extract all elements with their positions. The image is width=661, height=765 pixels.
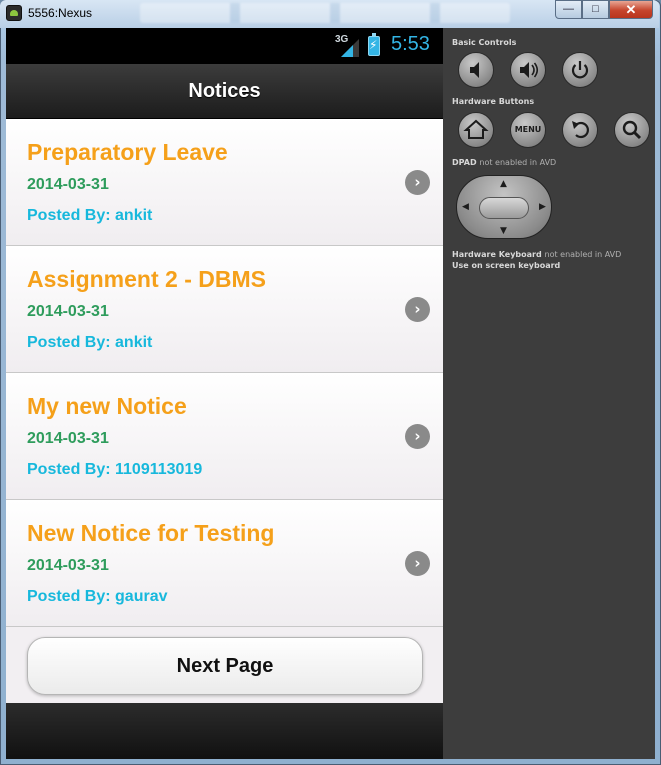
notice-posted-by: Posted By: gaurav [27, 588, 168, 605]
status-bar: 3G 5:53 [6, 28, 443, 64]
dpad-label: DPAD not enabled in AVD [452, 158, 556, 167]
search-icon[interactable] [614, 112, 650, 148]
close-button[interactable]: ✕ [609, 0, 653, 19]
notice-item[interactable]: Preparatory Leave 2014-03-31 Posted By: … [6, 119, 443, 246]
window-title: 5556:Nexus [28, 6, 93, 20]
power-icon[interactable] [562, 52, 598, 88]
notice-posted-by: Posted By: 1109113019 [27, 461, 203, 478]
app-footer [6, 703, 443, 759]
background-window-tabs [140, 3, 510, 23]
page-title: Notices [188, 79, 261, 102]
dpad-note: not enabled in AVD [479, 158, 557, 167]
notice-title: My new Notice [27, 393, 187, 419]
home-icon[interactable] [458, 112, 494, 148]
notice-item[interactable]: Assignment 2 - DBMS 2014-03-31 Posted By… [6, 246, 443, 373]
notice-list: Preparatory Leave 2014-03-31 Posted By: … [6, 119, 443, 703]
dpad-center-button[interactable] [479, 197, 529, 219]
dpad-down-icon[interactable]: ▼ [500, 226, 507, 236]
notice-item[interactable]: New Notice for Testing 2014-03-31 Posted… [6, 500, 443, 627]
keyboard-title: Hardware Keyboard [452, 250, 542, 259]
notice-date: 2014-03-31 [27, 557, 109, 574]
keyboard-hint: Use on screen keyboard [452, 261, 561, 270]
hardware-keyboard-label: Hardware Keyboard not enabled in AVD [452, 250, 621, 259]
phone-screen: 3G 5:53 Notices Preparatory Leave 2014-0… [6, 28, 443, 759]
status-clock: 5:53 [391, 33, 430, 55]
dpad-right-icon[interactable]: ▶ [539, 202, 546, 212]
volume-down-icon[interactable] [458, 52, 494, 88]
window-buttons: — □ ✕ [555, 0, 653, 19]
chevron-right-icon[interactable]: › [405, 297, 430, 322]
signal-strength-icon [341, 39, 359, 57]
chevron-right-icon[interactable]: › [405, 170, 430, 195]
notice-date: 2014-03-31 [27, 430, 109, 447]
battery-charging-icon [368, 33, 380, 56]
dpad-left-icon[interactable]: ◀ [462, 202, 469, 212]
minimize-button[interactable]: — [555, 0, 582, 19]
notice-title: Assignment 2 - DBMS [27, 266, 266, 292]
android-app-icon [6, 5, 22, 21]
back-icon[interactable] [562, 112, 598, 148]
chevron-right-icon[interactable]: › [405, 424, 430, 449]
dpad-up-icon[interactable]: ▲ [500, 179, 507, 189]
basic-controls-label: Basic Controls [452, 38, 517, 47]
maximize-button[interactable]: □ [582, 0, 609, 19]
notice-item[interactable]: My new Notice 2014-03-31 Posted By: 1109… [6, 373, 443, 500]
notice-title: Preparatory Leave [27, 139, 228, 165]
pagination-area: Next Page [6, 627, 443, 703]
emulator-controls-panel: Basic Controls Hardware Buttons MENU DPA… [443, 28, 655, 759]
dpad-control[interactable]: ▲ ▼ ◀ ▶ [456, 175, 552, 239]
keyboard-note: not enabled in AVD [544, 250, 622, 259]
next-page-button[interactable]: Next Page [27, 637, 423, 695]
hardware-buttons-label: Hardware Buttons [452, 97, 535, 106]
notice-date: 2014-03-31 [27, 303, 109, 320]
app-header: Notices [6, 64, 443, 119]
notice-date: 2014-03-31 [27, 176, 109, 193]
notice-posted-by: Posted By: ankit [27, 334, 153, 351]
window-titlebar[interactable]: 5556:Nexus — □ ✕ [0, 0, 659, 28]
volume-up-icon[interactable] [510, 52, 546, 88]
notice-title: New Notice for Testing [27, 520, 275, 546]
chevron-right-icon[interactable]: › [405, 551, 430, 576]
dpad-title: DPAD [452, 158, 477, 167]
menu-button[interactable]: MENU [510, 112, 546, 148]
notice-posted-by: Posted By: ankit [27, 207, 153, 224]
emulator-client-area: 3G 5:53 Notices Preparatory Leave 2014-0… [6, 28, 655, 759]
